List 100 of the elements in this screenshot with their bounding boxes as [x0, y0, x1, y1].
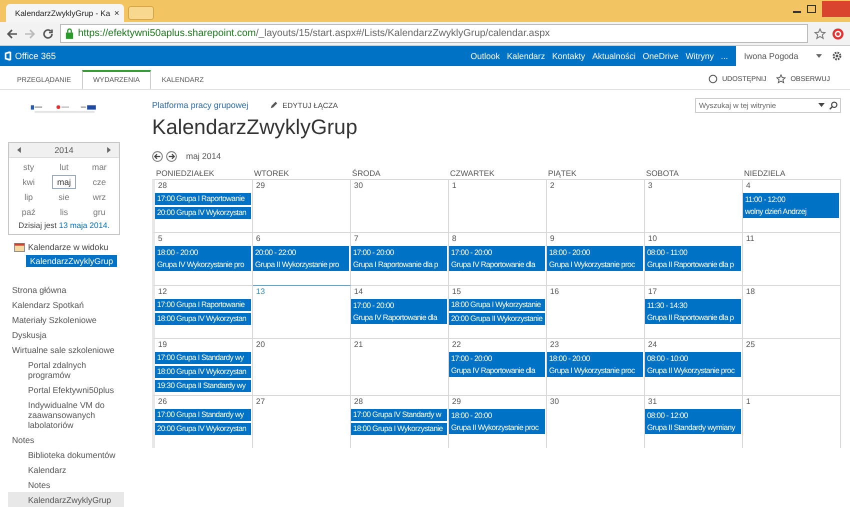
day-cell[interactable]: 1	[449, 180, 547, 232]
day-number: 4	[745, 181, 752, 191]
day-number: 23	[549, 340, 560, 350]
day-number: 27	[255, 397, 266, 407]
day-number: 8	[451, 234, 458, 244]
day-number: 9	[549, 234, 556, 244]
suite-link[interactable]: Outlook	[470, 51, 500, 61]
browser-tab[interactable]: KalendarzZwyklyGrup - Ka ×	[6, 4, 124, 22]
caret-icon	[818, 102, 825, 106]
nav-link[interactable]: Portal zdalnych programów	[8, 357, 124, 382]
day-number: 17	[647, 287, 658, 297]
office-icon	[4, 51, 12, 61]
nav-link[interactable]: Portal Efektywni50plus	[8, 382, 124, 397]
month-item[interactable]: maj	[52, 175, 76, 189]
next-month-icon[interactable]	[166, 150, 177, 162]
month-item[interactable]: lis	[52, 205, 76, 219]
day-number: 10	[647, 234, 658, 244]
day-number: 14	[353, 287, 364, 297]
day-cell[interactable]: 29	[253, 180, 351, 232]
day-cell[interactable]: 1	[743, 396, 841, 448]
month-item[interactable]: cze	[88, 175, 111, 189]
day-number: 18	[745, 287, 756, 297]
suite-link[interactable]: Witryny	[686, 51, 714, 61]
calendar-item[interactable]: KalendarzZwyklyGrup	[26, 255, 118, 267]
star-icon	[776, 74, 786, 84]
suite-link[interactable]: OneDrive	[642, 51, 679, 61]
weekday-header: WTOREK	[253, 169, 290, 178]
office-logo[interactable]: Office 365	[4, 51, 56, 61]
suite-link[interactable]: Aktualności	[592, 51, 636, 61]
today-link[interactable]: 13 maja 2014.	[58, 221, 110, 230]
day-number: 7	[353, 234, 360, 244]
day-number: 13	[255, 287, 266, 297]
day-number: 26	[157, 397, 168, 407]
restore-icon[interactable]	[807, 5, 816, 13]
nav-link[interactable]: KalendarzZwyklyGrup	[8, 492, 124, 507]
lock-icon	[65, 28, 74, 39]
suite-link[interactable]: Kalendarz	[506, 51, 546, 61]
day-number: 28	[157, 181, 168, 191]
nav-link[interactable]: Biblioteka dokumentów	[8, 447, 124, 462]
month-item[interactable]: sty	[17, 160, 40, 174]
day-number: 29	[255, 181, 266, 191]
weekday-header: SOBOTA	[645, 169, 680, 178]
star-icon[interactable]	[814, 28, 826, 40]
day-number: 16	[549, 287, 560, 297]
nav-link[interactable]: Strona główna	[8, 282, 124, 297]
day-number: 19	[157, 340, 168, 350]
site-link[interactable]: Platforma pracy grupowej	[152, 100, 248, 110]
reload-icon[interactable]	[42, 28, 54, 40]
day-cell[interactable]: 30	[351, 180, 449, 232]
suite-link[interactable]: Kontakty	[552, 51, 586, 61]
address-bar[interactable]: https://efektywni50aplus.sharepoint.com/_layouts/15/start.aspx#/Lists/KalendarzZwyklyGrup/calendar.aspx	[60, 24, 808, 43]
close-icon[interactable]: ×	[114, 8, 120, 18]
day-cell[interactable]: 20	[253, 339, 351, 395]
page-title: KalendarzZwyklyGrup	[152, 115, 358, 141]
year-label: 2014	[54, 145, 74, 155]
day-number: 1	[745, 397, 752, 407]
nav-link[interactable]: Indywidualne VM do zaawansowanych labolatoriów	[8, 397, 124, 432]
day-number: 24	[647, 340, 658, 350]
month-item[interactable]: lut	[52, 160, 76, 174]
month-item[interactable]: mar	[88, 160, 111, 174]
day-number: 31	[647, 397, 658, 407]
day-cell[interactable]: 11	[743, 233, 841, 285]
user-menu[interactable]: Iwona Pogoda	[736, 46, 810, 66]
month-item[interactable]: kwi	[17, 175, 40, 189]
previous-year-icon[interactable]	[17, 147, 21, 153]
previous-month-icon[interactable]	[152, 150, 163, 162]
day-cell[interactable]: 2	[547, 180, 645, 232]
month-item[interactable]: paź	[17, 205, 40, 219]
day-number: 28	[353, 397, 364, 407]
search-icon[interactable]	[829, 100, 838, 110]
weekday-header: NIEDZIELA	[743, 169, 786, 178]
month-item[interactable]: sie	[52, 190, 76, 204]
more-link[interactable]: ...	[720, 51, 728, 61]
day-number: 1	[451, 181, 458, 191]
day-number: 15	[451, 287, 462, 297]
nav-link[interactable]: Dyskusja	[8, 327, 124, 342]
nav-link[interactable]: Wirtualne sale szkoleniowe	[8, 342, 124, 357]
month-item[interactable]: wrz	[88, 190, 111, 204]
nav-link[interactable]: Kalendarz Spotkań	[8, 297, 124, 312]
day-cell[interactable]: 18	[743, 286, 841, 338]
day-number: 6	[255, 234, 262, 244]
day-number: 12	[157, 287, 168, 297]
next-year-icon[interactable]	[106, 147, 111, 153]
day-number: 20	[255, 340, 266, 350]
nav-link[interactable]: Materiały Szkoleniowe	[8, 312, 124, 327]
month-label: maj 2014	[186, 151, 221, 161]
month-item[interactable]: lip	[17, 190, 40, 204]
nav-link[interactable]: Kalendarz	[8, 462, 124, 477]
day-number: 30	[549, 397, 560, 407]
tab-title: KalendarzZwyklyGrup - Ka	[15, 8, 110, 18]
day-number: 5	[157, 234, 164, 244]
nav-link[interactable]: Notes	[8, 477, 124, 492]
back-icon[interactable]	[6, 28, 18, 40]
month-item[interactable]: gru	[88, 205, 111, 219]
nav-link[interactable]: Notes	[8, 432, 124, 447]
pencil-icon	[270, 101, 278, 109]
day-number: 29	[451, 397, 462, 407]
day-number: 30	[353, 181, 364, 191]
day-number: 25	[745, 340, 756, 350]
day-cell[interactable]: 25	[743, 339, 841, 395]
